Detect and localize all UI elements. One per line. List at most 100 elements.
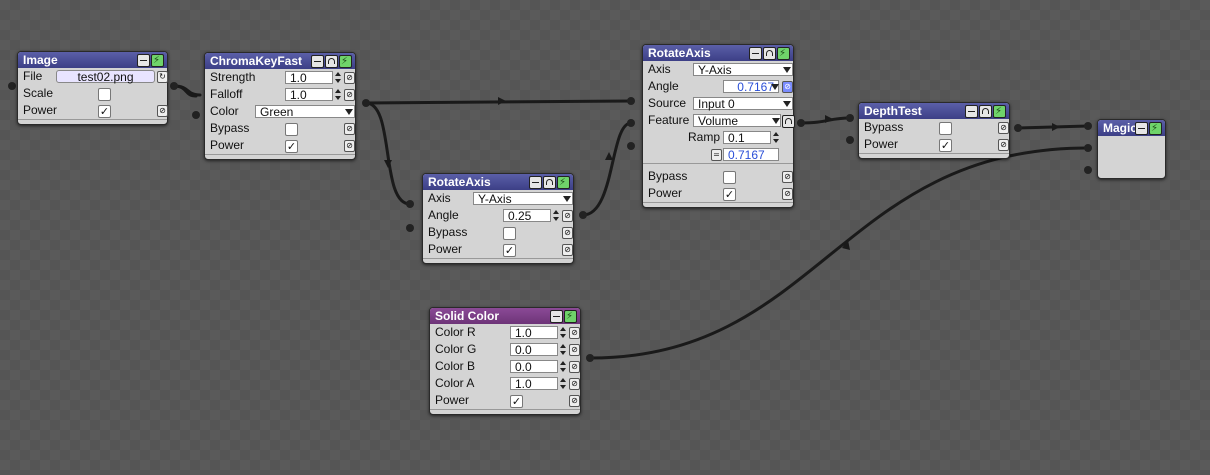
bypass-checkbox[interactable] <box>285 123 298 136</box>
source-select[interactable]: Input 0 <box>693 97 793 111</box>
falloff-input[interactable]: 1.0 <box>285 88 333 102</box>
strength-stepper[interactable] <box>334 71 342 84</box>
chevron-down-icon[interactable] <box>783 67 791 73</box>
node-header[interactable]: Image <box>18 52 167 69</box>
power-checkbox[interactable]: ✓ <box>510 395 523 408</box>
node-depthtest[interactable]: DepthTest Bypass ⊘ Power ✓ ⊘ <box>858 102 1010 159</box>
power-icon[interactable] <box>1149 121 1162 137</box>
node-header[interactable]: Magic <box>1098 120 1165 137</box>
falloff-stepper[interactable] <box>334 88 342 101</box>
power-checkbox[interactable]: ✓ <box>98 105 111 118</box>
node-solid-color[interactable]: Solid Color Color R 1.0 ⊘ Color G 0.0 ⊘ … <box>429 307 581 415</box>
wire-chroma-to-rotate2 <box>364 99 633 105</box>
link-icon[interactable]: ⊘ <box>562 244 573 256</box>
power-icon[interactable] <box>777 46 790 62</box>
preview-icon[interactable] <box>979 105 992 118</box>
node-rotateaxis-2[interactable]: RotateAxis Axis Y-Axis Angle 0.7167 ⊘ So… <box>642 44 795 208</box>
link-icon[interactable]: ⊘ <box>998 122 1009 134</box>
link-icon[interactable]: ⊘ <box>344 140 355 152</box>
param-label: Scale <box>23 86 54 100</box>
node-header[interactable]: DepthTest <box>859 103 1009 120</box>
bypass-checkbox[interactable] <box>723 171 736 184</box>
color-a-input[interactable]: 1.0 <box>510 377 558 391</box>
bypass-checkbox[interactable] <box>503 227 516 240</box>
preview-icon[interactable] <box>763 47 776 60</box>
link-icon[interactable]: ⊘ <box>782 188 793 200</box>
color-b-stepper[interactable] <box>559 360 567 373</box>
power-checkbox[interactable]: ✓ <box>503 244 516 257</box>
preview-icon[interactable] <box>782 115 795 128</box>
axis-select[interactable]: Y-Axis <box>473 192 573 206</box>
link-icon[interactable]: ⊘ <box>569 378 580 390</box>
minimize-icon[interactable] <box>529 176 542 189</box>
link-icon[interactable]: ⊘ <box>569 327 580 339</box>
color-r-stepper[interactable] <box>559 326 567 339</box>
node-header[interactable]: ChromaKeyFast <box>205 53 355 70</box>
axis-select[interactable]: Y-Axis <box>693 63 793 77</box>
color-b-input[interactable]: 0.0 <box>510 360 558 374</box>
param-label: Source <box>648 96 687 110</box>
chevron-down-icon[interactable] <box>563 196 571 202</box>
minimize-icon[interactable] <box>311 55 324 68</box>
link-icon[interactable]: ⊘ <box>344 72 355 84</box>
color-a-stepper[interactable] <box>559 377 567 390</box>
node-image[interactable]: Image File test02.png ↻ Scale Power ✓ ⊘ <box>17 51 168 125</box>
link-icon[interactable]: ⊘ <box>569 395 580 407</box>
link-icon[interactable]: ⊘ <box>157 105 168 117</box>
node-magic[interactable]: Magic <box>1097 119 1166 179</box>
link-icon[interactable]: ⊘ <box>569 344 580 356</box>
ramp-input[interactable]: 0.1 <box>723 131 771 145</box>
refresh-icon[interactable]: ↻ <box>157 71 168 83</box>
link-icon[interactable]: ⊘ <box>782 171 793 183</box>
angle-input[interactable]: 0.25 <box>503 209 551 223</box>
minimize-icon[interactable] <box>965 105 978 118</box>
strength-input[interactable]: 1.0 <box>285 71 333 85</box>
node-chromakeyfast[interactable]: ChromaKeyFast Strength 1.0 ⊘ Falloff 1.0… <box>204 52 356 160</box>
chevron-down-icon[interactable] <box>771 84 779 90</box>
power-icon[interactable] <box>564 309 577 325</box>
angle-stepper[interactable] <box>552 209 560 222</box>
power-checkbox[interactable]: ✓ <box>285 140 298 153</box>
power-checkbox[interactable]: ✓ <box>939 139 952 152</box>
minimize-icon[interactable] <box>1135 122 1148 135</box>
power-icon[interactable] <box>993 104 1006 120</box>
color-select[interactable]: Green <box>255 105 355 119</box>
power-icon[interactable] <box>557 175 570 191</box>
chevron-down-icon[interactable] <box>345 109 353 115</box>
color-g-input[interactable]: 0.0 <box>510 343 558 357</box>
power-icon[interactable] <box>151 53 164 69</box>
minimize-icon[interactable] <box>749 47 762 60</box>
param-axis: Axis Y-Axis <box>643 61 793 78</box>
node-header[interactable]: RotateAxis <box>423 174 573 191</box>
param-label: Axis <box>648 62 671 76</box>
link-icon[interactable]: ⊘ <box>998 139 1009 151</box>
param-label: Falloff <box>210 87 243 101</box>
preview-icon[interactable] <box>325 55 338 68</box>
chevron-down-icon[interactable] <box>783 101 791 107</box>
ramp-stepper[interactable] <box>772 131 780 144</box>
power-checkbox[interactable]: ✓ <box>723 188 736 201</box>
power-icon[interactable] <box>339 54 352 70</box>
link-icon[interactable]: ⊘ <box>569 361 580 373</box>
node-rotateaxis-1[interactable]: RotateAxis Axis Y-Axis Angle 0.25 ⊘ Bypa… <box>422 173 574 264</box>
link-icon[interactable]: ⊘ <box>344 123 355 135</box>
preview-icon[interactable] <box>543 176 556 189</box>
node-header[interactable]: RotateAxis <box>643 45 793 62</box>
link-icon[interactable]: ⊘ <box>562 210 573 222</box>
file-field[interactable]: test02.png <box>56 70 155 84</box>
scale-checkbox[interactable] <box>98 88 111 101</box>
param-power: Power ✓ ⊘ <box>643 185 793 202</box>
minimize-icon[interactable] <box>137 54 150 67</box>
link-icon[interactable]: ⊘ <box>562 227 573 239</box>
color-r-input[interactable]: 1.0 <box>510 326 558 340</box>
equals-icon[interactable]: = <box>711 149 722 161</box>
chevron-down-icon[interactable] <box>772 118 780 124</box>
color-g-stepper[interactable] <box>559 343 567 356</box>
link-icon[interactable]: ⊘ <box>344 89 355 101</box>
param-file: File test02.png ↻ <box>18 68 168 85</box>
feature-select[interactable]: Volume <box>693 114 781 128</box>
minimize-icon[interactable] <box>550 310 563 323</box>
bypass-checkbox[interactable] <box>939 122 952 135</box>
link-icon[interactable]: ⊘ <box>782 81 793 93</box>
node-header[interactable]: Solid Color <box>430 308 580 325</box>
